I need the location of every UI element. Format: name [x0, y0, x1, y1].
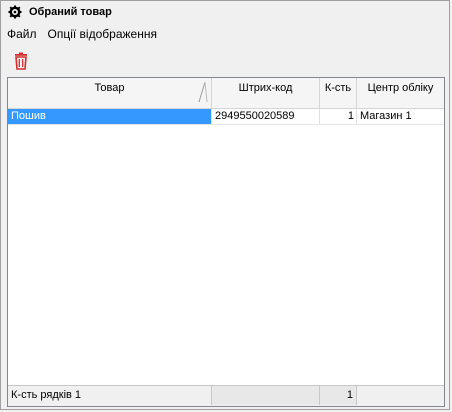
- column-header-product[interactable]: Товар: [8, 78, 212, 108]
- footer-barcode-blank: [212, 386, 320, 405]
- window-title: Обраний товар: [29, 6, 112, 18]
- grid-footer: К-сть рядків 1 1: [8, 385, 444, 406]
- qty-total: 1: [320, 386, 357, 405]
- table-row[interactable]: Пошив 2949550020589 1 Магазин 1: [8, 109, 444, 125]
- gear-icon[interactable]: [7, 4, 23, 20]
- menu-display-options[interactable]: Опції відображення: [42, 27, 162, 41]
- trash-icon: [15, 52, 27, 70]
- column-header-barcode[interactable]: Штрих-код: [212, 78, 320, 108]
- menu-file[interactable]: Файл: [1, 27, 42, 41]
- grid-header: Товар Штрих-код К-сть Центр обліку: [8, 78, 444, 109]
- cell-barcode[interactable]: 2949550020589: [212, 109, 320, 124]
- title-bar: Обраний товар: [1, 1, 449, 23]
- cell-center[interactable]: Магазин 1: [357, 109, 444, 124]
- sort-indicator-icon: [197, 80, 209, 107]
- footer-center-blank: [357, 386, 444, 405]
- delete-button[interactable]: [11, 51, 31, 71]
- column-header-qty[interactable]: К-сть: [320, 78, 357, 108]
- menu-bar: Файл Опції відображення: [1, 25, 162, 43]
- cell-product[interactable]: Пошив: [8, 109, 212, 124]
- goods-grid[interactable]: Товар Штрих-код К-сть Центр обліку Пошив…: [7, 77, 445, 407]
- cell-qty[interactable]: 1: [320, 109, 357, 124]
- column-header-center[interactable]: Центр обліку: [357, 78, 444, 108]
- rows-count-label: К-сть рядків 1: [8, 386, 212, 405]
- selected-goods-window: Обраний товар Файл Опції відображення То…: [0, 0, 450, 410]
